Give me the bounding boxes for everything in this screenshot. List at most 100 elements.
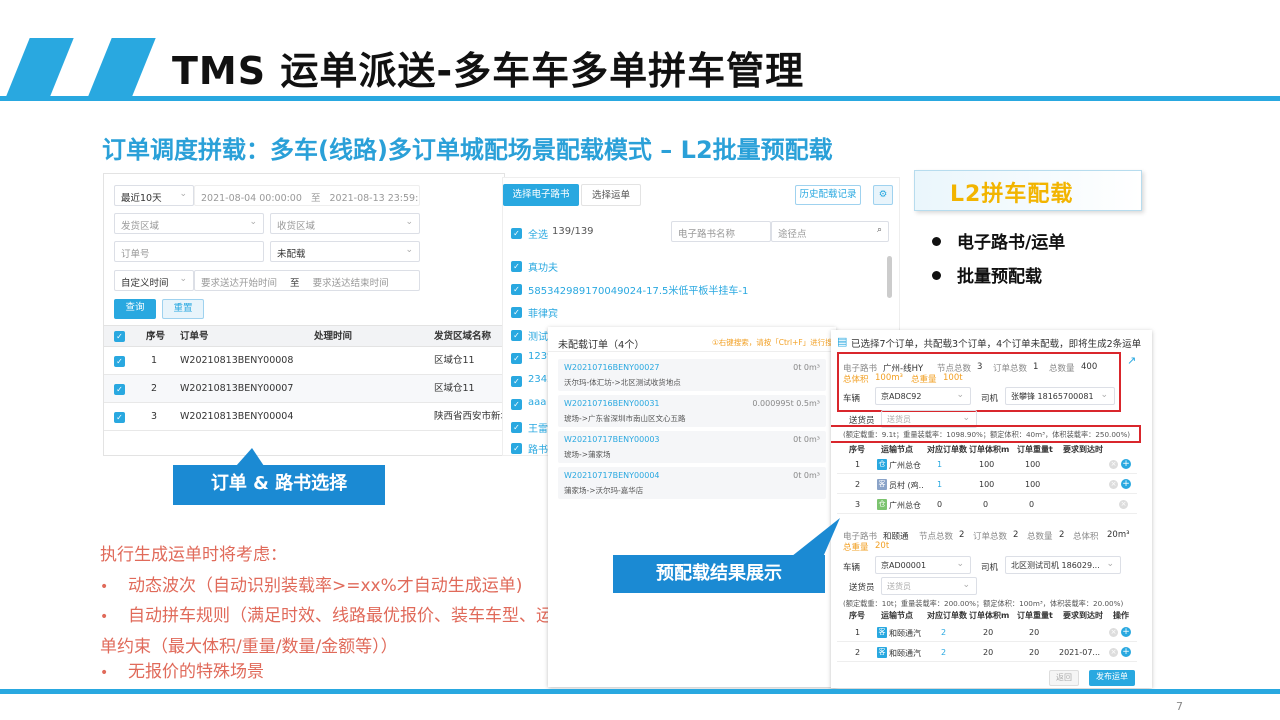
table-row[interactable]: ✓ 1 W20210813BENY00008 区域仓11 (104, 347, 504, 375)
table-row[interactable]: ✓ 2 W20210813BENY00007 区域仓11 (104, 375, 504, 403)
l2-label: L2拼车配载 (950, 182, 1074, 207)
chevron-down-icon: ⌄ (962, 580, 970, 590)
list-item[interactable]: 真功夫 (528, 259, 558, 274)
table-row[interactable]: ✓ 3 W20210813BENY00004 陕西省西安市新城区 (104, 403, 504, 431)
vehicle-select[interactable]: 京AD00001 ⌄ (875, 556, 971, 574)
remove-icon[interactable]: × (1109, 480, 1118, 489)
remove-icon[interactable]: × (1109, 648, 1118, 657)
add-icon[interactable]: + (1121, 647, 1131, 657)
route-checkbox[interactable]: ✓ (511, 307, 522, 318)
order-no-input[interactable]: 订单号 (114, 241, 264, 262)
unassigned-orders-panel: 未配载订单（4个） ①右键搜索，请按「Ctrl+F」进行搜索 W20210716… (548, 327, 836, 687)
title-stripe-2 (88, 38, 156, 96)
capacity-info: (额定载重：9.1t；重量装载率：1098.90%；额定体积：40m³，体积装载… (843, 430, 1131, 439)
bullet-icon: • (100, 665, 109, 681)
row-checkbox[interactable]: ✓ (114, 384, 125, 395)
settings-button[interactable]: ⚙ (873, 185, 893, 205)
route-checkbox[interactable]: ✓ (511, 376, 522, 387)
bullet-icon (932, 270, 941, 280)
node-type-icon: 客 (877, 479, 887, 490)
tab-select-waybill[interactable]: 选择运单 (581, 184, 641, 206)
unassigned-title: 未配载订单（4个） (558, 340, 645, 351)
status-select[interactable]: 未配载 ⌄ (270, 241, 420, 262)
chevron-down-icon: ⌄ (179, 189, 187, 199)
order-card[interactable]: W20210717BENY00004 0t 0m³ 蒲家场->沃尔玛-嘉华店 (558, 467, 826, 499)
order-route-callout: 订单 & 路书选择 (173, 465, 385, 505)
order-card[interactable]: W20210717BENY00003 0t 0m³ 琥场->蒲家场 (558, 431, 826, 463)
remove-icon[interactable]: × (1109, 460, 1118, 469)
date-range-input[interactable]: 2021-08-04 00:00:00 至 2021-08-13 23:59:5… (194, 185, 420, 206)
add-icon[interactable]: + (1121, 459, 1131, 469)
order-card[interactable]: W20210716BENY00027 0t 0m³ 沃尔玛-体汇坊->北区测试收… (558, 359, 826, 391)
consideration-item: • 动态波次（自动识别装载率>=xx%才自动生成运单) (100, 576, 523, 596)
history-button[interactable]: 历史配载记录 (795, 185, 861, 205)
node-type-icon: 仓 (877, 459, 887, 470)
back-button[interactable]: 返回 (1049, 670, 1079, 686)
publish-waybill-button[interactable]: 发布运单 (1089, 670, 1135, 686)
preload-result-callout: 预配载结果展示 (613, 555, 825, 593)
route-checkbox[interactable]: ✓ (511, 353, 522, 364)
col-ship-area: 发货区域名称 (434, 331, 492, 342)
table-row[interactable]: 3 仓 广州总仓 0 0 0 × (837, 494, 1137, 514)
bullet-item: 电子路书/运单 (932, 228, 1065, 253)
route-summary-highlight (837, 352, 1121, 412)
list-item[interactable]: 585342989170049024-17.5米低平板半挂车-1 (528, 282, 748, 297)
considerations-heading: 执行生成运单时将考虑： (100, 545, 287, 565)
row-checkbox[interactable]: ✓ (114, 356, 125, 367)
slide-subtitle: 订单调度拼载：多车(线路)多订单城配场景配载模式 – L2批量预配载 (102, 136, 833, 164)
preload-result-panel: ▤ 已选择7个订单，共配载3个订单，4个订单未配载，即将生成2条运单 ↗ 电子路… (831, 330, 1152, 688)
list-item[interactable]: aaa (528, 397, 546, 408)
bullet-item: 批量预配载 (932, 262, 1042, 287)
row-checkbox[interactable]: ✓ (114, 412, 125, 423)
bullet-icon: • (100, 579, 109, 595)
route-checkbox[interactable]: ✓ (511, 261, 522, 272)
list-item[interactable]: 菲律宾 (528, 305, 558, 320)
select-all-checkbox[interactable]: ✓ (114, 331, 125, 342)
waypoint-input[interactable]: 途径点 ⌕ (771, 221, 889, 242)
footer-divider (0, 689, 1280, 694)
route-checkbox[interactable]: ✓ (511, 284, 522, 295)
date-range-select[interactable]: 最近10天 ⌄ (114, 185, 194, 206)
query-button[interactable]: 查询 (114, 299, 156, 319)
chevron-down-icon: ⌄ (179, 274, 187, 284)
delivery-time-range[interactable]: 要求送达开始时间 至 要求送达结束时间 (194, 270, 420, 291)
scrollbar[interactable] (887, 256, 892, 298)
table-row[interactable]: 1 客 和颐通汽 2 20 20 × + (837, 622, 1137, 642)
title-divider (0, 96, 1280, 101)
remove-icon[interactable]: × (1109, 628, 1118, 637)
table-row[interactable]: 1 仓 广州总仓 1 100 100 × + (837, 454, 1137, 474)
route-name-input[interactable]: 电子路书名称 (671, 221, 771, 242)
external-link-icon[interactable]: ↗ (1127, 354, 1136, 367)
chevron-down-icon: ⌄ (249, 217, 257, 227)
capacity-info: (额定载重：10t；重量装载率：200.00%；额定体积：100m³，体积装载率… (843, 599, 1124, 608)
route-checkbox[interactable]: ✓ (511, 422, 522, 433)
list-item[interactable]: 王雷 (528, 420, 548, 435)
consideration-item: • 无报价的特殊场景 (100, 662, 264, 682)
slide-title: TMS 运单派送-多车车多单拼车管理 (172, 49, 805, 93)
driver-select[interactable]: 北区测试司机 186029... ⌄ (1005, 556, 1121, 574)
order-filter-panel: 最近10天 ⌄ 2021-08-04 00:00:00 至 2021-08-13 … (103, 173, 505, 456)
route-checkbox[interactable]: ✓ (511, 399, 522, 410)
route-checkbox[interactable]: ✓ (511, 330, 522, 341)
gear-icon: ⚙ (878, 189, 888, 200)
bullet-icon: • (100, 609, 109, 625)
reset-button[interactable]: 重置 (162, 299, 204, 319)
table-row[interactable]: 2 客 员村 (鸡.. 1 100 100 × + (837, 474, 1137, 494)
add-icon[interactable]: + (1121, 627, 1131, 637)
order-card[interactable]: W20210716BENY00031 0.000995t 0.5m³ 琥场->广… (558, 395, 826, 427)
add-icon[interactable]: + (1121, 479, 1131, 489)
remove-icon[interactable]: × (1119, 500, 1128, 509)
helper-select[interactable]: 送货员 ⌄ (881, 577, 977, 595)
table-row[interactable]: 2 客 和颐通汽 2 20 20 2021-07... × + (837, 642, 1137, 662)
tab-select-route[interactable]: 选择电子路书 (503, 184, 579, 206)
col-process-time: 处理时间 (314, 331, 353, 342)
col-order-no: 订单号 (180, 331, 209, 342)
ship-area-select[interactable]: 发货区域 ⌄ (114, 213, 264, 234)
custom-time-select[interactable]: 自定义时间 ⌄ (114, 270, 194, 291)
recv-area-select[interactable]: 收货区域 ⌄ (270, 213, 420, 234)
route-checkbox[interactable]: ✓ (511, 443, 522, 454)
list-item[interactable]: 路书 (528, 441, 548, 455)
result-summary: 已选择7个订单，共配载3个订单，4个订单未配载，即将生成2条运单 (851, 339, 1142, 350)
chevron-down-icon: ⌄ (1106, 559, 1114, 569)
select-all-checkbox[interactable]: ✓ (511, 228, 522, 239)
